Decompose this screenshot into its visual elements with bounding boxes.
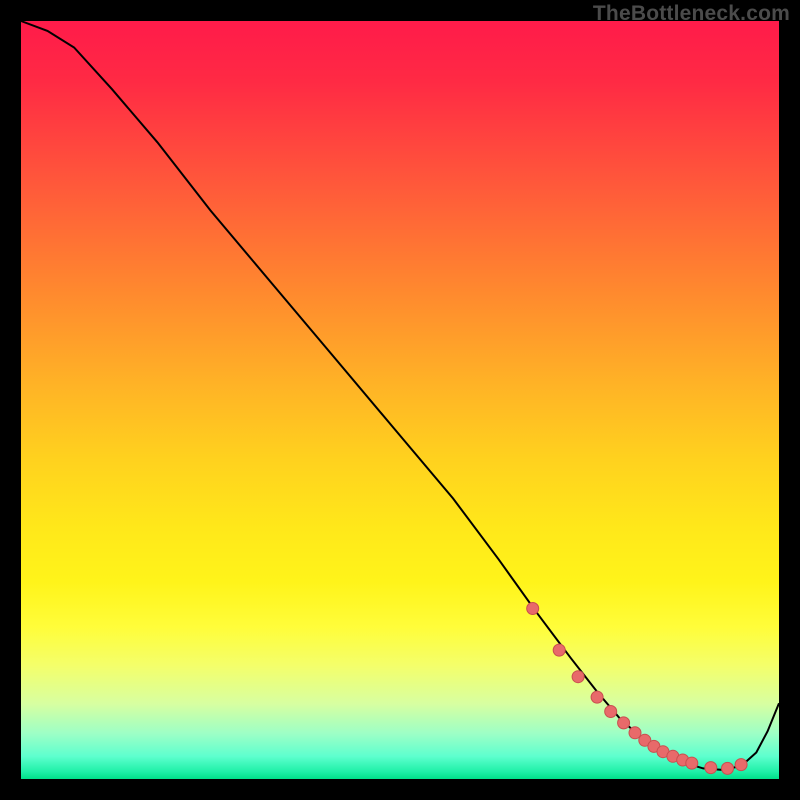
chart-dot [527,603,539,615]
chart-dot [735,759,747,771]
chart-dots [527,603,747,775]
chart-dot [553,644,565,656]
chart-dot [605,706,617,718]
watermark-text: TheBottleneck.com [593,2,790,26]
chart-dot [572,671,584,683]
chart-svg [21,21,779,779]
chart-plot-area [21,21,779,779]
chart-dot [591,691,603,703]
chart-dot [722,762,734,774]
chart-dot [618,717,630,729]
chart-curve [21,21,779,770]
chart-stage: TheBottleneck.com [0,0,800,800]
chart-dot [686,757,698,769]
chart-dot [705,762,717,774]
